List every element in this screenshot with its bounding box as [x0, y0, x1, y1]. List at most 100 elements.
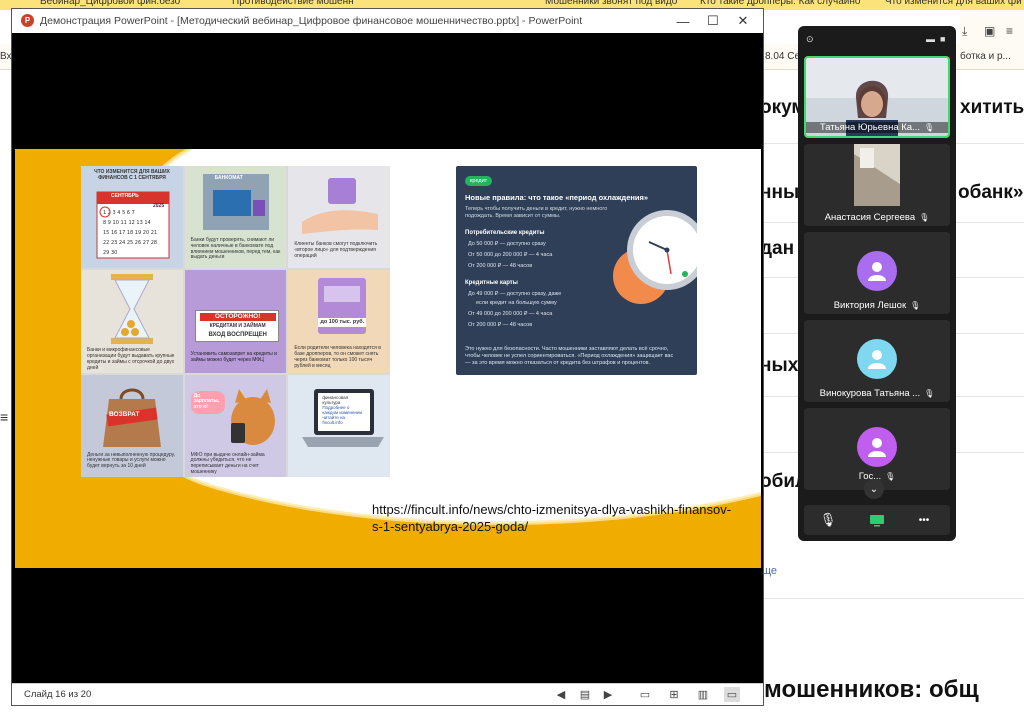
svg-text:29 30: 29 30: [103, 250, 117, 256]
tile-caption: Банки и микрофинансовые организации буду…: [87, 347, 175, 371]
page-heading-fragment[interactable]: обанк»: [958, 182, 1023, 204]
limit-label: до 100 тыс. руб.: [318, 318, 367, 327]
credit-list-item: От 200 000 ₽ — 48 часов: [468, 263, 533, 269]
powerpoint-window: P Демонстрация PowerPoint - [Методически…: [11, 8, 764, 706]
hand-tile: Клиенты банков смогут подключить «второе…: [288, 166, 390, 269]
next-slide-icon[interactable]: ▶: [600, 687, 616, 702]
tile-caption: Клиенты банков смогут подключить «второе…: [294, 241, 378, 259]
screen-share-icon: [870, 514, 884, 526]
participant-name: Татьяна Юрьевна Ка... 🎙: [806, 122, 948, 133]
svg-text:22 23 24 25 26 27 28: 22 23 24 25 26 27 28: [103, 240, 157, 246]
atm-tile: БАНКОМАТ Банки будут проверять, снимают …: [184, 166, 287, 269]
credit-info-card: кредит Новые правила: что такое «период …: [456, 166, 697, 375]
screen-share-button[interactable]: [867, 511, 887, 529]
microphone-button[interactable]: 🎙: [818, 511, 838, 529]
participant-tile[interactable]: Виктория Лешок 🎙: [804, 232, 950, 314]
participant-tile[interactable]: Винокурова Татьяна ... 🎙: [804, 320, 950, 402]
return-label: ВОЗВРАТ: [109, 410, 140, 418]
slideshow-icon[interactable]: ▭: [724, 687, 740, 702]
credit-list-item: От 50 000 до 200 000 ₽ — 4 часа: [468, 252, 553, 258]
credit-list-item: если кредит на большую сумму: [476, 300, 557, 306]
minimize-icon[interactable]: ▬: [926, 34, 935, 44]
cat-tile: До зарплаты, это я! МФО при выдаче онлай…: [184, 374, 287, 477]
slide-menu-icon[interactable]: ▤: [577, 687, 593, 702]
sign-line: ВХОД ВОСПРЕЩЕН: [208, 332, 267, 339]
credit-section-heading: Потребительские кредиты: [465, 230, 545, 236]
bookmark[interactable]: Вх: [0, 51, 12, 62]
page-heading-fragment[interactable]: мошенников: общ: [764, 676, 979, 704]
slide[interactable]: ЧТО ИЗМЕНИТСЯ ДЛЯ ВАШИХ ФИНАНСОВ С 1 СЕН…: [15, 149, 761, 568]
calendar-year: 2025: [153, 203, 165, 209]
menu-icon[interactable]: ≡: [1006, 24, 1013, 38]
save-icon[interactable]: ▣: [984, 24, 995, 38]
page-heading-fragment[interactable]: хитить: [960, 97, 1024, 119]
credit-section-heading: Кредитные карты: [465, 280, 518, 286]
browser-toolbar: ⤓ ▣ ≡: [960, 10, 1024, 44]
sign-line: ОСТОРОЖНО!: [199, 313, 276, 321]
warning-tile: ОСТОРОЖНО! КРЕДИТАМ И ЗАЙМАМ ВХОД ВОСПРЕ…: [184, 270, 287, 373]
hourglass-tile: Банки и микрофинансовые организации буду…: [81, 270, 183, 373]
participant-tile[interactable]: Татьяна Юрьевна Ка... 🎙: [804, 56, 950, 138]
atm-label: БАНКОМАТ: [214, 175, 243, 181]
microphone-off-icon: 🎙: [919, 213, 930, 222]
tile-caption: Установить самозапрет на кредиты и займы…: [190, 351, 277, 364]
call-controls: 🎙 •••: [804, 505, 950, 535]
speech-bubble: До зарплаты, это я!: [190, 390, 225, 414]
user-icon: [868, 262, 886, 281]
sign-line: КРЕДИТАМ И ЗАЙМАМ: [209, 323, 266, 330]
credit-footer: Это нужно для безопасности. Часто мошенн…: [465, 346, 674, 367]
credit-list-item: До 50 000 ₽ — доступно сразу: [468, 241, 546, 247]
page-heading-fragment[interactable]: дан: [760, 238, 794, 260]
normal-view-icon[interactable]: ▭: [637, 687, 653, 702]
maximize-button[interactable]: ☐: [698, 12, 728, 30]
previous-slide-icon[interactable]: ◀: [553, 687, 569, 702]
slide-counter: Слайд 16 из 20: [24, 689, 92, 700]
divider: [760, 598, 1024, 599]
infographic-mosaic: ЧТО ИЗМЕНИТСЯ ДЛЯ ВАШИХ ФИНАНСОВ С 1 СЕН…: [81, 166, 390, 477]
tile-title: ЧТО ИЗМЕНИТСЯ ДЛЯ ВАШИХ ФИНАНСОВ С 1 СЕН…: [94, 169, 170, 181]
page-link-fragment[interactable]: ще: [762, 565, 777, 577]
expand-icon[interactable]: ■: [940, 34, 945, 44]
more-options-button[interactable]: •••: [914, 511, 934, 529]
participant-tile[interactable]: Гос... 🎙: [804, 408, 950, 490]
reading-view-icon[interactable]: ▥: [695, 687, 711, 702]
download-icon[interactable]: ⤓: [962, 24, 967, 39]
svg-text:1 2 3 4 5 6 7: 1 2 3 4 5 6 7: [103, 210, 135, 216]
powerpoint-logo-icon: P: [21, 14, 34, 27]
credit-list-item: От 200 000 ₽ — 48 часов: [468, 322, 533, 328]
calendar-month: СЕНТЯБРЬ: [111, 193, 139, 199]
avatar: [857, 427, 897, 467]
microphone-off-icon: 🎙: [924, 389, 935, 398]
powerpoint-statusbar: Слайд 16 из 20 ◀ ▤ ▶ ▭ ⊞ ▥ ▭: [12, 683, 763, 705]
menu-icon[interactable]: ≡: [0, 409, 10, 425]
user-icon: [868, 438, 886, 457]
avatar: [857, 251, 897, 291]
powerpoint-titlebar: P Демонстрация PowerPoint - [Методически…: [12, 9, 763, 33]
laptop-logo: финансовая культура: [322, 394, 349, 405]
chevron-down-icon[interactable]: ⌄: [864, 479, 884, 499]
microphone-off-icon: 🎙: [910, 301, 921, 310]
atm-icon: [202, 174, 269, 230]
browser-tab[interactable]: Что изменится для ваших фи: [885, 0, 1022, 10]
page-heading-fragment[interactable]: нны: [760, 182, 799, 204]
hand-icon: [302, 178, 379, 234]
laptop-screen-text: Подробнее о каждом изменении читайте на …: [322, 404, 363, 426]
svg-text:8 9 10 11 12 13 14: 8 9 10 11 12 13 14: [103, 220, 151, 226]
record-icon[interactable]: ⊙: [806, 34, 814, 45]
page-heading-fragment[interactable]: ных: [760, 355, 798, 377]
laptop-tile: финансовая культура Подробнее о каждом и…: [288, 374, 390, 477]
hourglass-icon: [111, 274, 153, 345]
credit-list-item: От 49 000 до 200 000 ₽ — 4 часа: [468, 311, 553, 317]
slide-sorter-icon[interactable]: ⊞: [666, 687, 682, 702]
minimize-button[interactable]: —: [668, 12, 698, 30]
source-link[interactable]: https://fincult.info/news/chto-izmenitsy…: [372, 501, 732, 535]
video-call-panel: ⊙ ▬ ■ Татьяна Юрьевна Ка... 🎙 Анастасия С…: [798, 26, 956, 541]
calendar-tile: ЧТО ИЗМЕНИТСЯ ДЛЯ ВАШИХ ФИНАНСОВ С 1 СЕН…: [81, 166, 183, 269]
participant-name: Виктория Лешок 🎙: [833, 300, 921, 311]
participant-video: [854, 144, 900, 206]
svg-text:15 16 17 18 19 20 21: 15 16 17 18 19 20 21: [103, 230, 157, 236]
participant-tile[interactable]: Анастасия Сергеева 🎙: [804, 144, 950, 226]
close-button[interactable]: ✕: [728, 12, 758, 30]
bookmark[interactable]: ботка и р...: [960, 51, 1011, 62]
avatar: [857, 339, 897, 379]
